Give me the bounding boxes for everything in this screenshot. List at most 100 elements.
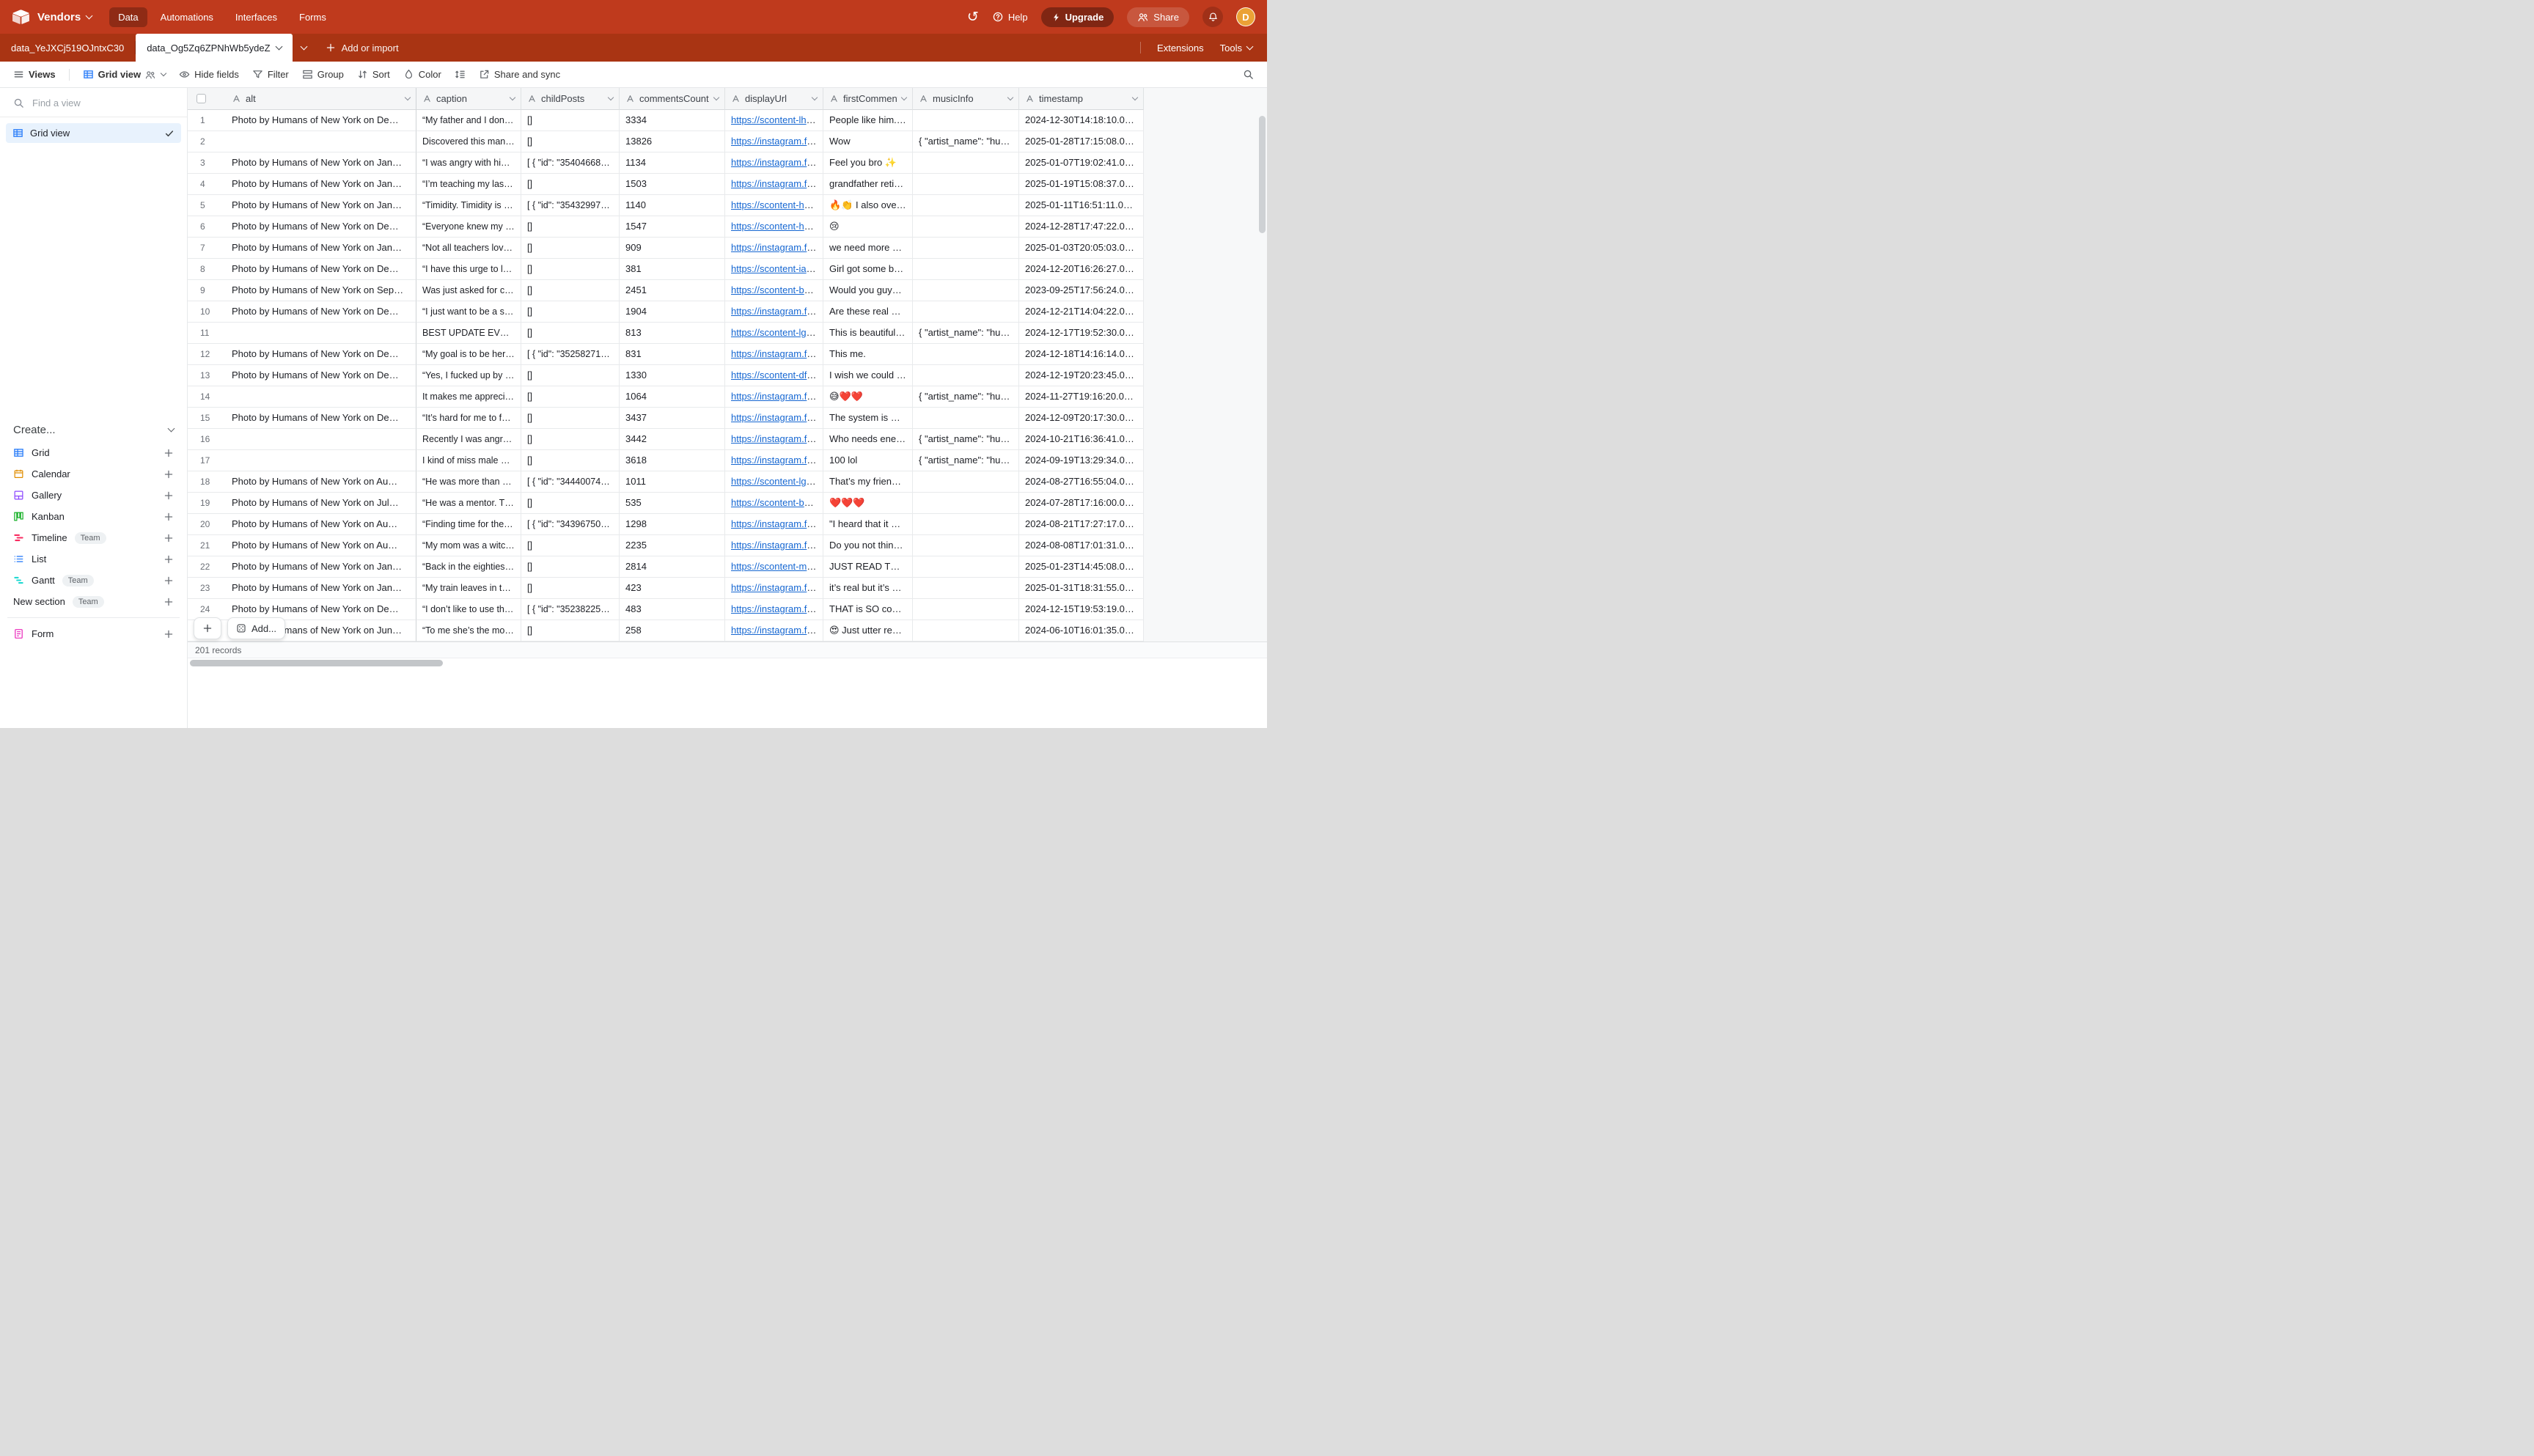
row-number-cell[interactable]: 10 [188,301,226,323]
cell-caption[interactable]: “My mom was a witch. No… [416,535,521,556]
display-url-link[interactable]: https://instagram.fy… [731,157,821,168]
cell-firstComment[interactable]: 😢 [823,216,913,238]
cell-firstComment[interactable]: 😅❤️❤️ [823,386,913,408]
cell-displayUrl[interactable]: https://scontent-ber… [725,280,823,301]
cell-displayUrl[interactable]: https://instagram.fbf… [725,174,823,195]
cell-caption[interactable]: Recently I was angry eno… [416,429,521,450]
cell-displayUrl[interactable]: https://scontent-hkg… [725,195,823,216]
cell-commentsCount[interactable]: 2235 [620,535,725,556]
create-item-gantt[interactable]: GanttTeam [6,570,181,591]
nav-tab-automations[interactable]: Automations [152,7,222,27]
cell-caption[interactable]: “He was a mentor. The le… [416,493,521,514]
cell-firstComment[interactable]: 😍 Just utter respe… [823,620,913,641]
horizontal-scrollbar-thumb[interactable] [190,660,443,666]
cell-childPosts[interactable]: [ { "id": "34396750… [521,514,620,535]
row-number-cell[interactable]: 1 [188,110,226,131]
cell-musicInfo[interactable] [913,195,1019,216]
cell-childPosts[interactable]: [] [521,493,620,514]
cell-firstComment[interactable]: Do you not think p… [823,535,913,556]
tools-button[interactable]: Tools [1220,43,1252,54]
cell-firstComment[interactable]: ❤️❤️❤️ [823,493,913,514]
upgrade-button[interactable]: Upgrade [1041,7,1114,27]
plus-icon[interactable] [164,533,174,543]
cell-displayUrl[interactable]: https://scontent-iad… [725,259,823,280]
display-url-link[interactable]: https://instagram.fit… [731,433,821,444]
cell-musicInfo[interactable] [913,599,1019,620]
cell-commentsCount[interactable]: 3437 [620,408,725,429]
cell-firstComment[interactable]: THAT is SO cool!!!… [823,599,913,620]
cell-caption[interactable]: “Everyone knew my situat… [416,216,521,238]
cell-childPosts[interactable]: [] [521,365,620,386]
cell-childPosts[interactable]: [] [521,216,620,238]
row-number-cell[interactable]: 5 [188,195,226,216]
select-all-header-cell[interactable] [188,88,226,110]
create-item-new-section[interactable]: New sectionTeam [6,591,181,612]
row-number-cell[interactable]: 17 [188,450,226,471]
cell-caption[interactable]: “My goal is to be heralde… [416,344,521,365]
cell-displayUrl[interactable]: https://instagram.fm… [725,578,823,599]
extensions-button[interactable]: Extensions [1157,43,1204,54]
display-url-link[interactable]: https://instagram.fm… [731,242,823,253]
cell-alt[interactable]: Photo by Humans of New York on De… [226,344,416,365]
nav-tab-interfaces[interactable]: Interfaces [227,7,286,27]
display-url-link[interactable]: https://scontent-iad… [731,263,821,274]
cell-displayUrl[interactable]: https://scontent-dfw… [725,365,823,386]
cell-childPosts[interactable]: [] [521,556,620,578]
notifications-button[interactable] [1202,7,1223,27]
cell-timestamp[interactable]: 2024-12-30T14:18:10.000Z [1019,110,1144,131]
cell-firstComment[interactable]: I wish we could ge… [823,365,913,386]
cell-alt[interactable]: Photo by Humans of New York on De… [226,365,416,386]
cell-firstComment[interactable]: JUST READ THE B… [823,556,913,578]
cell-childPosts[interactable]: [] [521,429,620,450]
cell-commentsCount[interactable]: 13826 [620,131,725,152]
display-url-link[interactable]: https://instagram.fc… [731,603,821,614]
table-tab-2[interactable]: data_Og5Zq6ZPNhWb5ydeZ [136,34,292,62]
create-section-header[interactable]: Create... [6,419,181,442]
plus-icon[interactable] [164,490,174,501]
find-view-search[interactable] [9,88,178,117]
cell-alt[interactable]: Photo by Humans of New York on Jan… [226,195,416,216]
cell-childPosts[interactable]: [] [521,280,620,301]
cell-displayUrl[interactable]: https://scontent-ma… [725,556,823,578]
column-header-musicInfo[interactable]: musicInfo [913,88,1019,110]
display-url-link[interactable]: https://scontent-ma… [731,561,822,572]
cell-alt[interactable]: Photo by Humans of New York on De… [226,408,416,429]
cell-displayUrl[interactable]: https://instagram.fy… [725,152,823,174]
cell-timestamp[interactable]: 2024-12-15T19:53:19.000Z [1019,599,1144,620]
cell-musicInfo[interactable] [913,238,1019,259]
cell-alt[interactable]: Photo by Humans of New York on Jan… [226,556,416,578]
cell-musicInfo[interactable] [913,578,1019,599]
cell-commentsCount[interactable]: 831 [620,344,725,365]
cell-firstComment[interactable]: Who needs enemi… [823,429,913,450]
cell-caption[interactable]: “Timidity. Timidity is the … [416,195,521,216]
cell-musicInfo[interactable]: { "artist_name": "huma… [913,386,1019,408]
cell-firstComment[interactable]: The system is wor… [823,408,913,429]
create-item-kanban[interactable]: Kanban [6,506,181,527]
cell-firstComment[interactable]: This me. [823,344,913,365]
cell-musicInfo[interactable]: { "artist_name": "huma… [913,429,1019,450]
cell-timestamp[interactable]: 2025-01-03T20:05:03.000Z [1019,238,1144,259]
row-number-cell[interactable]: 6 [188,216,226,238]
cell-caption[interactable]: “Not all teachers love chil… [416,238,521,259]
create-item-calendar[interactable]: Calendar [6,463,181,485]
cell-timestamp[interactable]: 2024-09-19T13:29:34.000Z [1019,450,1144,471]
cell-alt[interactable]: Photo by Humans of New York on Jan… [226,152,416,174]
create-item-gallery[interactable]: Gallery [6,485,181,506]
cell-caption[interactable]: “To me she’s the most pr… [416,620,521,641]
display-url-link[interactable]: https://scontent-hou… [731,221,823,232]
row-number-cell[interactable]: 22 [188,556,226,578]
row-number-cell[interactable]: 8 [188,259,226,280]
row-number-cell[interactable]: 11 [188,323,226,344]
cell-displayUrl[interactable]: https://instagram.ftg… [725,386,823,408]
cell-commentsCount[interactable]: 258 [620,620,725,641]
cell-childPosts[interactable]: [] [521,259,620,280]
display-url-link[interactable]: https://instagram.fk… [731,455,821,466]
cell-timestamp[interactable]: 2024-12-18T14:16:14.000Z [1019,344,1144,365]
cell-musicInfo[interactable] [913,514,1019,535]
cell-childPosts[interactable]: [ { "id": "35404668… [521,152,620,174]
share-and-sync-button[interactable]: Share and sync [473,65,566,84]
cell-timestamp[interactable]: 2024-12-19T20:23:45.000Z [1019,365,1144,386]
display-url-link[interactable]: https://scontent-lga… [731,327,821,338]
cell-displayUrl[interactable]: https://scontent-ber… [725,493,823,514]
cell-childPosts[interactable]: [ { "id": "35238225… [521,599,620,620]
